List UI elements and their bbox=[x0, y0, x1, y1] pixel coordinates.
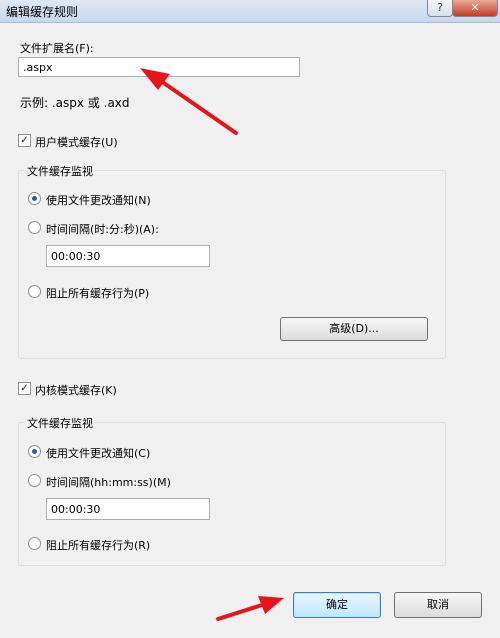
annotation-arrows bbox=[140, 68, 284, 621]
edit-cache-rule-dialog: 编辑缓存规则 ? ✕ 文件扩展名(F): 示例: .aspx 或 .axd ✓ … bbox=[0, 0, 500, 638]
arrow-extension bbox=[140, 68, 238, 135]
arrow-ok-button bbox=[216, 596, 284, 621]
